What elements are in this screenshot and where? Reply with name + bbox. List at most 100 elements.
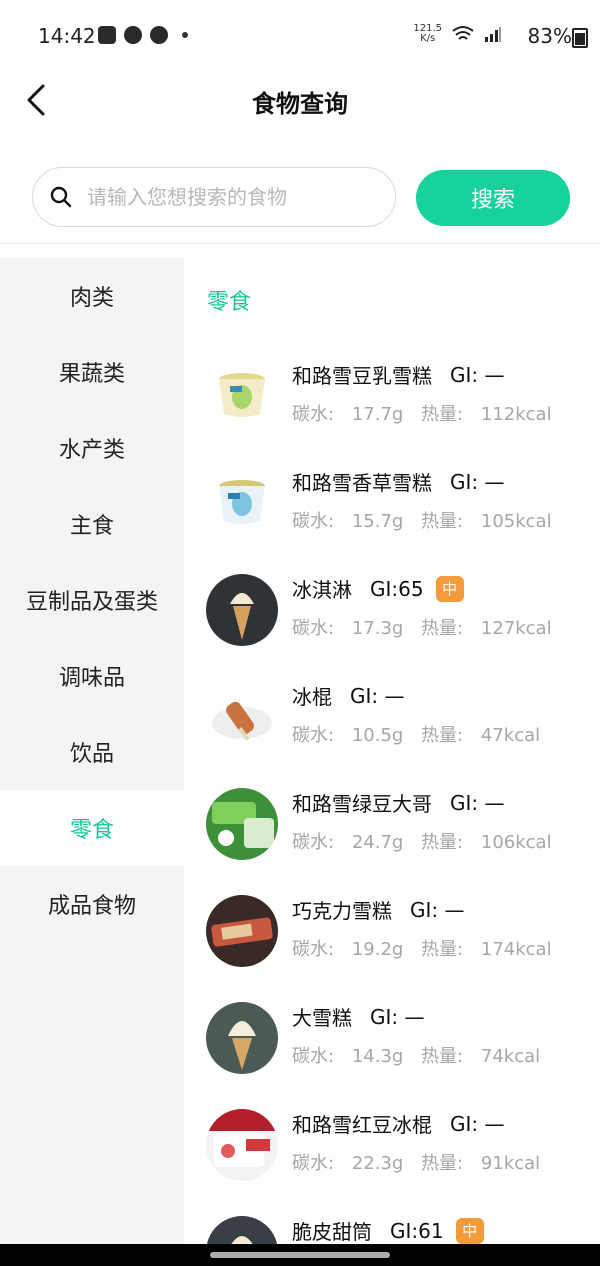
energy-value: 91kcal [480,1153,541,1174]
home-gesture-handle[interactable] [210,1252,390,1258]
energy-label: 热量: [421,1153,464,1174]
carb-label: 碳水: [292,832,335,853]
sidebar-item-drinks[interactable]: 饮品 [0,714,184,790]
search-button[interactable]: 搜索 [416,170,570,226]
sidebar-item-staple[interactable]: 主食 [0,486,184,562]
gi-value: GI: — [450,469,505,494]
gi-value: GI: — [370,1004,425,1029]
gi-value: GI: — [450,790,505,815]
notification-icons [98,26,188,44]
food-name: 和路雪豆乳雪糕 [292,364,432,388]
search-box[interactable] [32,167,396,227]
food-name: 和路雪绿豆大哥 [292,792,432,816]
search-icon [49,185,73,209]
app-header: 食物查询 [0,72,600,132]
carb-value: 14.3g [351,1046,404,1067]
list-item[interactable]: 和路雪红豆冰棍 GI: — 碳水: 22.3g 热量: 91kcal [184,1097,600,1204]
food-thumbnail [206,574,278,646]
energy-value: 105kcal [480,511,552,532]
category-sidebar: 肉类 果蔬类 水产类 主食 豆制品及蛋类 调味品 饮品 零食 成品食物 [0,258,184,1248]
carb-label: 碳水: [292,1153,335,1174]
system-nav-bar [0,1244,600,1266]
list-item[interactable]: 冰淇淋 GI:65 中 碳水: 17.3g 热量: 127kcal [184,562,600,669]
energy-value: 127kcal [480,618,552,639]
food-name: 巧克力雪糕 [292,899,392,923]
food-thumbnail [206,681,278,753]
list-item[interactable]: 和路雪绿豆大哥 GI: — 碳水: 24.7g 热量: 106kcal [184,776,600,883]
gallery-icon [98,26,116,44]
gi-value: GI: — [450,1111,505,1136]
energy-value: 106kcal [480,832,552,853]
list-item[interactable]: 冰棍 GI: — 碳水: 10.5g 热量: 47kcal [184,669,600,776]
energy-label: 热量: [421,511,464,532]
carb-value: 10.5g [351,725,404,746]
sidebar-item-bean-egg[interactable]: 豆制品及蛋类 [0,562,184,638]
food-thumbnail [206,895,278,967]
energy-value: 74kcal [480,1046,541,1067]
energy-label: 热量: [421,618,464,639]
carb-value: 15.7g [351,511,404,532]
sidebar-item-seasoning[interactable]: 调味品 [0,638,184,714]
carb-value: 19.2g [351,939,404,960]
gi-value: GI:65 [370,576,424,601]
list-item[interactable]: 和路雪豆乳雪糕 GI: — 碳水: 17.7g 热量: 112kcal [184,348,600,455]
food-name: 和路雪香草雪糕 [292,471,432,495]
app-notification-icon [124,26,142,44]
energy-label: 热量: [421,725,464,746]
carb-label: 碳水: [292,511,335,532]
wifi-icon [452,26,474,40]
food-thumbnail [206,1109,278,1181]
search-input[interactable] [85,184,369,210]
battery-percent: 83% [527,24,572,48]
list-item[interactable]: 脆皮甜筒 GI:61 中 [184,1204,600,1248]
list-item[interactable]: 大雪糕 GI: — 碳水: 14.3g 热量: 74kcal [184,990,600,1097]
food-name: 脆皮甜筒 [292,1220,372,1244]
gi-value: GI: — [410,897,465,922]
food-name: 大雪糕 [292,1006,352,1030]
food-name: 冰棍 [292,685,332,709]
divider [0,243,600,244]
category-title: 零食 [207,290,252,315]
energy-label: 热量: [421,1046,464,1067]
gi-level-badge: 中 [435,575,464,602]
network-speed-unit: K/s [420,33,436,44]
gi-value: GI:61 [390,1218,444,1243]
gi-value: GI: — [350,683,405,708]
food-thumbnail [206,788,278,860]
sidebar-item-meat[interactable]: 肉类 [0,258,184,334]
food-thumbnail [206,467,278,539]
carb-label: 碳水: [292,725,335,746]
battery-icon [572,28,588,48]
status-indicators: 121.5 K/s [413,24,502,44]
sidebar-item-snacks[interactable]: 零食 [0,790,184,866]
food-thumbnail [206,1002,278,1074]
food-name: 和路雪红豆冰棍 [292,1113,432,1137]
energy-value: 47kcal [480,725,541,746]
gi-level-badge: 中 [455,1217,484,1244]
carb-label: 碳水: [292,618,335,639]
sidebar-item-seafood[interactable]: 水产类 [0,410,184,486]
food-list: 和路雪豆乳雪糕 GI: — 碳水: 17.7g 热量: 112kcal 和路雪香… [184,348,600,1248]
more-notifications-icon [182,32,188,38]
status-bar: 14:42 121.5 K/s 83% [0,0,600,72]
energy-value: 112kcal [480,404,552,425]
energy-label: 热量: [421,939,464,960]
carb-value: 24.7g [351,832,404,853]
list-item[interactable]: 巧克力雪糕 GI: — 碳水: 19.2g 热量: 174kcal [184,883,600,990]
gi-value: GI: — [450,362,505,387]
page-title: 食物查询 [252,90,348,118]
energy-label: 热量: [421,404,464,425]
energy-label: 热量: [421,832,464,853]
food-list-panel: 零食 和路雪豆乳雪糕 GI: — 碳水: 17.7g 热量: 112kcal 和… [184,258,600,1248]
carb-value: 22.3g [351,1153,404,1174]
food-name: 冰淇淋 [292,578,352,602]
network-speed: 121.5 K/s [413,24,442,44]
list-item[interactable]: 和路雪香草雪糕 GI: — 碳水: 15.7g 热量: 105kcal [184,455,600,562]
sidebar-item-fruit-veg[interactable]: 果蔬类 [0,334,184,410]
carb-label: 碳水: [292,939,335,960]
wechat-icon [150,26,168,44]
sidebar-item-prepared-food[interactable]: 成品食物 [0,866,184,942]
energy-value: 174kcal [480,939,552,960]
signal-icon [485,27,501,42]
carb-label: 碳水: [292,1046,335,1067]
